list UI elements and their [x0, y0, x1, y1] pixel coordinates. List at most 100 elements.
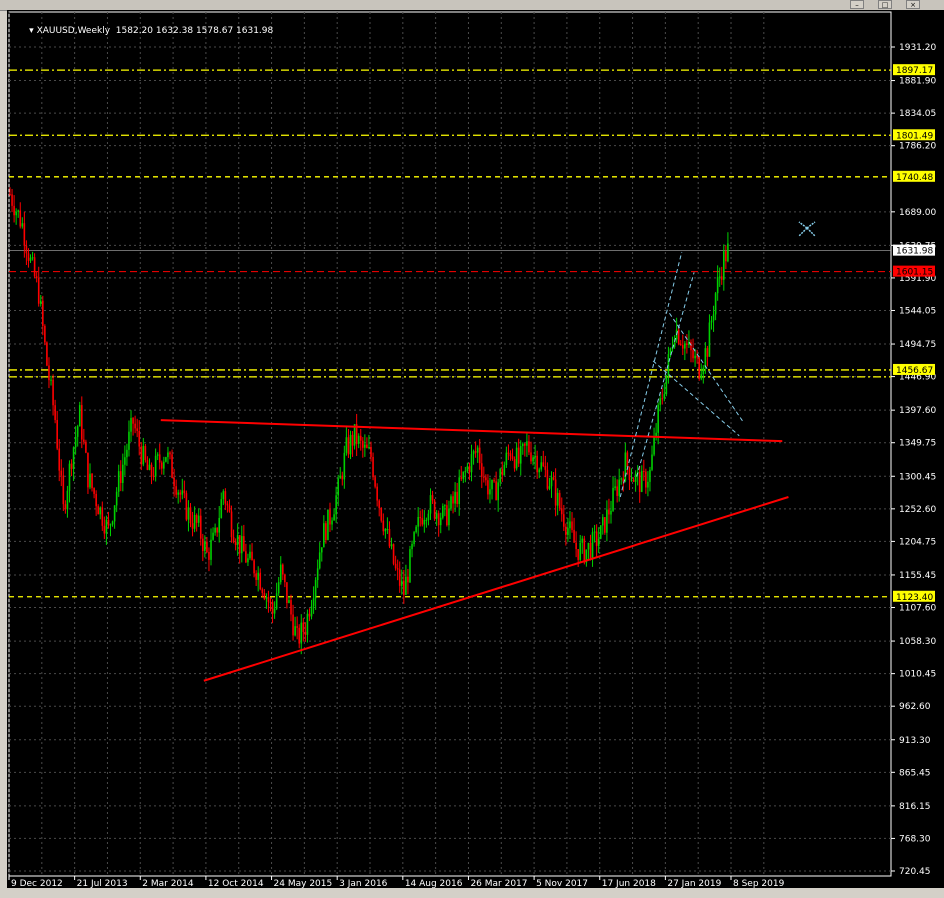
candle-body [573, 529, 575, 543]
candle-body [169, 452, 171, 455]
candle-body [415, 526, 417, 533]
level-price-label: 1740.48 [896, 173, 933, 183]
candle-body [335, 495, 337, 515]
candle-body [446, 505, 448, 526]
candle-body [503, 464, 506, 476]
candle-body [569, 521, 571, 529]
candle-body [390, 544, 393, 547]
candle-body [441, 506, 444, 518]
candle-body [723, 251, 725, 280]
candle-body [80, 405, 83, 440]
candle-body [487, 480, 489, 495]
close-button[interactable]: × [906, 0, 920, 9]
candle-body [593, 531, 596, 533]
candle-body [210, 539, 212, 560]
candle-body [308, 613, 311, 617]
candle-body [532, 457, 534, 462]
candle-body [267, 597, 270, 602]
cursor-icon [798, 221, 808, 229]
candle-body [224, 491, 227, 504]
minimize-button[interactable]: – [850, 0, 864, 9]
dropdown-triangle-icon[interactable]: ▾ [29, 26, 36, 36]
candle-body [66, 490, 69, 510]
y-tick-label: 720.45 [899, 867, 931, 877]
candle-body [472, 451, 475, 455]
candle-body [339, 475, 342, 479]
candle-body [517, 447, 520, 464]
candle-body [712, 314, 715, 321]
x-tick-label: 8 Sep 2019 [733, 879, 785, 888]
channel-line [669, 312, 744, 423]
current-price-label: 1631.98 [896, 247, 933, 257]
candle-body [316, 568, 319, 581]
candle-body [376, 486, 378, 501]
level-price-label: 1801.49 [896, 131, 933, 141]
candle-body [243, 536, 245, 552]
maximize-button[interactable]: □ [878, 0, 892, 9]
candle-body [716, 277, 719, 294]
candle-body [540, 462, 543, 470]
candle-body [546, 469, 549, 489]
candle-body [511, 456, 514, 460]
candle-body [277, 582, 280, 594]
candle-body [462, 471, 465, 479]
candle-body [515, 447, 518, 469]
candle-body [419, 516, 422, 519]
candle-body [435, 513, 438, 519]
candle-body [171, 454, 173, 478]
y-tick-label: 1689.00 [899, 208, 936, 218]
candle-body [323, 523, 325, 548]
candle-body [128, 431, 130, 450]
candle-body [95, 493, 97, 507]
candle-body [294, 626, 296, 636]
candle-body [681, 345, 684, 349]
candle-body [29, 257, 32, 261]
candle-body [458, 477, 461, 504]
price-chart[interactable]: 1931.201881.901834.051786.201689.001639.… [7, 10, 944, 888]
candle-body [579, 542, 582, 560]
trend-line-support [203, 496, 789, 682]
candle-body [245, 551, 247, 563]
y-tick-label: 1155.45 [899, 571, 936, 581]
candle-body [119, 471, 122, 483]
candle-body [493, 479, 495, 482]
candle-body [232, 537, 235, 543]
level-price-label: 1897.17 [896, 66, 933, 76]
candle-body [405, 576, 407, 595]
candle-body [663, 394, 666, 399]
candle-body [474, 451, 477, 453]
candle-body [156, 454, 159, 456]
candle-body [550, 477, 553, 487]
candle-body [347, 437, 350, 455]
candle-body [526, 441, 528, 446]
candle-body [298, 627, 301, 644]
candle-body [581, 538, 584, 543]
candle-body [17, 210, 20, 212]
chart-canvas[interactable]: 1931.201881.901834.051786.201689.001639.… [7, 10, 944, 888]
y-tick-label: 865.45 [899, 768, 931, 778]
symbol-header: ▾ XAUUSD,Weekly 1582.20 1632.38 1578.67 … [12, 16, 273, 46]
cursor-icon [806, 227, 816, 237]
y-tick-label: 1107.60 [899, 604, 936, 614]
candle-body [68, 463, 71, 491]
candle-body [130, 417, 132, 432]
candle-body [702, 367, 705, 375]
candle-body [507, 452, 510, 454]
candle-body [175, 486, 177, 495]
candle-body [696, 355, 698, 358]
candle-body [616, 486, 618, 496]
candle-body [565, 526, 567, 535]
channel-line [652, 360, 740, 437]
candle-body [519, 446, 522, 464]
candle-body [314, 580, 317, 599]
candle-body [76, 426, 79, 437]
candle-body [679, 343, 682, 346]
candle-body [382, 520, 385, 532]
candle-body [366, 444, 368, 448]
candle-body [85, 441, 87, 453]
candle-body [142, 446, 145, 465]
candle-body [528, 441, 530, 453]
y-tick-label: 768.30 [899, 834, 931, 844]
y-tick-label: 1204.75 [899, 537, 936, 547]
y-tick-label: 1397.60 [899, 406, 936, 416]
